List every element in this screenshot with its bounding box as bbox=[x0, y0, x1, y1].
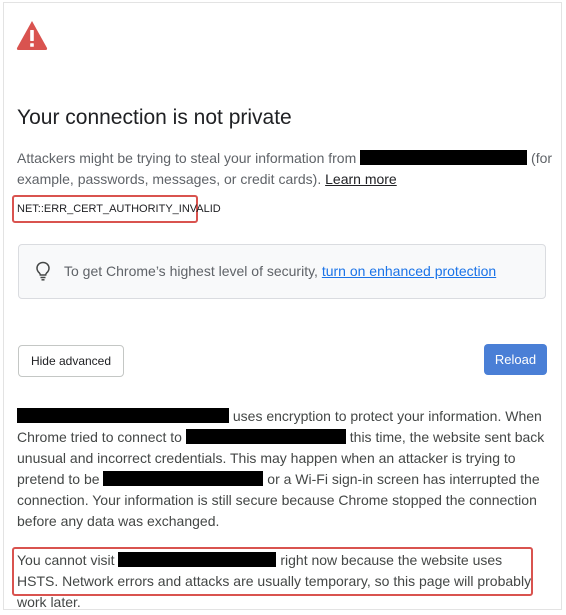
learn-more-link[interactable]: Learn more bbox=[325, 171, 397, 187]
redacted-domain bbox=[17, 408, 229, 423]
warning-triangle-icon bbox=[16, 21, 48, 50]
redacted-domain bbox=[360, 150, 528, 165]
promo-text: To get Chrome’s highest level of securit… bbox=[64, 263, 497, 279]
hsts-text: You cannot visit right now because the w… bbox=[17, 552, 532, 610]
reload-button[interactable]: Reload bbox=[484, 344, 547, 375]
advanced-details-text: uses encryption to protect your informat… bbox=[17, 408, 545, 529]
intro-text: Attackers might be trying to steal your … bbox=[17, 150, 553, 187]
enhanced-protection-promo: To get Chrome’s highest level of securit… bbox=[18, 244, 546, 299]
lightbulb-icon bbox=[36, 261, 50, 281]
redacted-domain bbox=[103, 471, 264, 486]
error-code: NET::ERR_CERT_AUTHORITY_INVALID bbox=[17, 203, 221, 215]
page-title: Your connection is not private bbox=[17, 106, 292, 129]
hide-advanced-button[interactable]: Hide advanced bbox=[18, 345, 124, 377]
redacted-domain bbox=[118, 552, 277, 567]
redacted-domain bbox=[185, 429, 346, 444]
enhanced-protection-link[interactable]: turn on enhanced protection bbox=[322, 263, 496, 279]
interstitial-page: Your connection is not private Attackers… bbox=[3, 2, 562, 610]
